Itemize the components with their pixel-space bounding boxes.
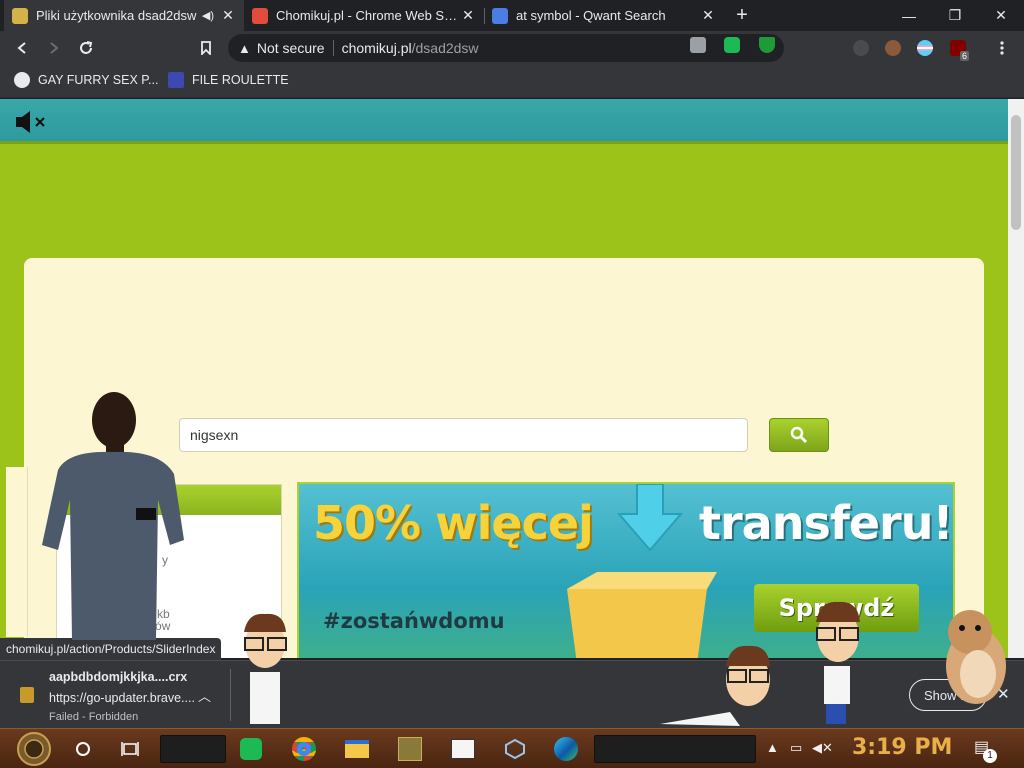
web-store-favicon-icon — [252, 7, 268, 24]
mft-icon — [168, 72, 184, 88]
file-explorer-taskbar-icon[interactable] — [342, 734, 372, 764]
reload-button[interactable] — [74, 36, 98, 60]
site-header — [0, 99, 1008, 141]
shield-icon[interactable] — [759, 37, 775, 53]
browser-toolbar: ▲ Not secure chomikuj.pl/dsad2dsw 6 — [0, 31, 1024, 65]
chomikuj-favicon-icon — [12, 7, 28, 24]
cartoon-man-sticker-3 — [816, 601, 860, 724]
url-host: chomikuj.pl — [341, 40, 412, 56]
bookmark-label: GAY FURRY SEX P... — [38, 73, 159, 87]
tab-title: Chomikuj.pl - Chrome Web Store — [276, 8, 460, 23]
close-tab-icon[interactable]: ✕ — [700, 7, 716, 24]
flag-extension-icon[interactable] — [917, 40, 933, 56]
banner-tagline: #zostańwdomu — [323, 609, 505, 633]
mute-sound-icon[interactable] — [14, 109, 52, 135]
link-status-bar: chomikuj.pl/action/Products/SliderIndex — [0, 638, 222, 660]
tab-title: Pliki użytkownika dsad2dsw — [36, 8, 197, 23]
security-label[interactable]: Not secure — [257, 40, 325, 56]
tray-overflow-icon[interactable]: ▲ — [766, 740, 779, 755]
app-taskbar-icon[interactable] — [448, 734, 478, 764]
url-path: /dsad2dsw — [411, 40, 479, 56]
close-tab-icon[interactable]: ✕ — [220, 7, 236, 24]
tab-qwant-search[interactable]: at symbol - Qwant Search ✕ — [484, 0, 724, 31]
download-shelf: aapbdbdomjkkjka....crx https://go-update… — [0, 660, 1024, 728]
search-button[interactable] — [769, 418, 829, 452]
file-icon — [20, 687, 34, 703]
close-tab-icon[interactable]: ✕ — [460, 7, 476, 24]
left-side-panel — [6, 467, 28, 637]
avatar-extension-icon[interactable] — [885, 40, 901, 56]
bookmark-button[interactable] — [194, 36, 218, 60]
notification-badge: 1 — [983, 749, 997, 763]
start-button[interactable] — [10, 731, 58, 767]
search-input[interactable]: nigsexn — [179, 418, 748, 452]
download-separator — [230, 669, 231, 721]
qwant-favicon-icon — [492, 7, 508, 24]
translate-icon[interactable] — [690, 37, 706, 53]
bookmarks-bar: GAY FURRY SEX P... FILE ROULETTE — [0, 65, 1024, 98]
taskbar-slot — [160, 735, 226, 763]
forward-arrow-icon — [50, 42, 59, 54]
address-divider — [332, 40, 334, 56]
chevron-up-icon[interactable]: ︿ — [198, 686, 211, 705]
reload-icon — [80, 41, 93, 54]
bookmark-item-2[interactable]: FILE ROULETTE — [168, 72, 289, 88]
virtualbox-taskbar-icon[interactable] — [500, 734, 530, 764]
globe-icon — [14, 72, 30, 88]
cartoon-man-sticker-1 — [244, 613, 287, 724]
taskbar-clock[interactable]: 3:19 PM — [852, 735, 952, 760]
bookmark-label: FILE ROULETTE — [192, 73, 289, 87]
kebab-menu-icon — [1000, 41, 1004, 55]
game-taskbar-icon[interactable] — [395, 734, 425, 764]
network-icon[interactable]: ▭ — [790, 740, 802, 756]
tab-chrome-web-store[interactable]: Chomikuj.pl - Chrome Web Store ✕ — [244, 0, 484, 31]
back-button[interactable] — [10, 36, 34, 60]
volume-muted-icon[interactable]: ◀✕ — [812, 740, 833, 756]
warning-icon[interactable]: ▲ — [238, 41, 251, 56]
hamster-sticker — [946, 610, 1006, 704]
close-window-button[interactable]: ✕ — [978, 0, 1024, 31]
forward-button[interactable] — [42, 36, 66, 60]
bookmark-icon — [201, 41, 211, 55]
extension-green-icon[interactable] — [724, 37, 740, 53]
cartoon-man-sticker-2 — [660, 645, 770, 726]
page-scrollbar[interactable] — [1008, 99, 1024, 658]
scroll-thumb[interactable] — [1011, 115, 1021, 230]
banner-headline-left: 50% więcej — [313, 496, 594, 550]
task-view-icon[interactable] — [115, 734, 145, 764]
speaker-icon[interactable]: ◀) — [202, 9, 214, 22]
taskbar: ▲ ▭ ◀✕ 3:19 PM ▤ 1 — [0, 728, 1024, 768]
banner-headline-right: transferu! — [699, 496, 953, 550]
cortana-icon[interactable] — [68, 734, 98, 764]
new-tab-button[interactable]: + — [731, 4, 753, 26]
ublock-badge: 6 — [960, 51, 970, 61]
extension-icon[interactable] — [853, 40, 869, 56]
download-status: Failed - Forbidden — [49, 711, 139, 723]
tab-title: at symbol - Qwant Search — [516, 8, 666, 23]
minimize-button[interactable]: — — [886, 0, 932, 31]
tab-active[interactable]: Pliki użytkownika dsad2dsw ◀) ✕ — [4, 0, 244, 31]
header-stripe — [0, 141, 1008, 144]
back-arrow-icon — [17, 42, 26, 54]
search-icon — [790, 426, 808, 444]
down-arrow-icon — [616, 484, 684, 552]
restore-button[interactable]: ❐ — [932, 0, 978, 31]
tab-strip: Pliki użytkownika dsad2dsw ◀) ✕ Chomikuj… — [0, 0, 1024, 31]
menu-button[interactable] — [990, 36, 1014, 60]
standing-man-sticker — [42, 392, 184, 640]
spotify-taskbar-icon[interactable] — [236, 734, 266, 764]
taskbar-slot — [594, 735, 756, 763]
download-url[interactable]: https://go-updater.brave.... — [49, 691, 195, 705]
edge-taskbar-icon[interactable] — [551, 734, 581, 764]
chrome-taskbar-icon[interactable] — [289, 734, 319, 764]
download-filename[interactable]: aapbdbdomjkkjka....crx — [49, 670, 187, 684]
bookmark-item-1[interactable]: GAY FURRY SEX P... — [14, 72, 158, 88]
